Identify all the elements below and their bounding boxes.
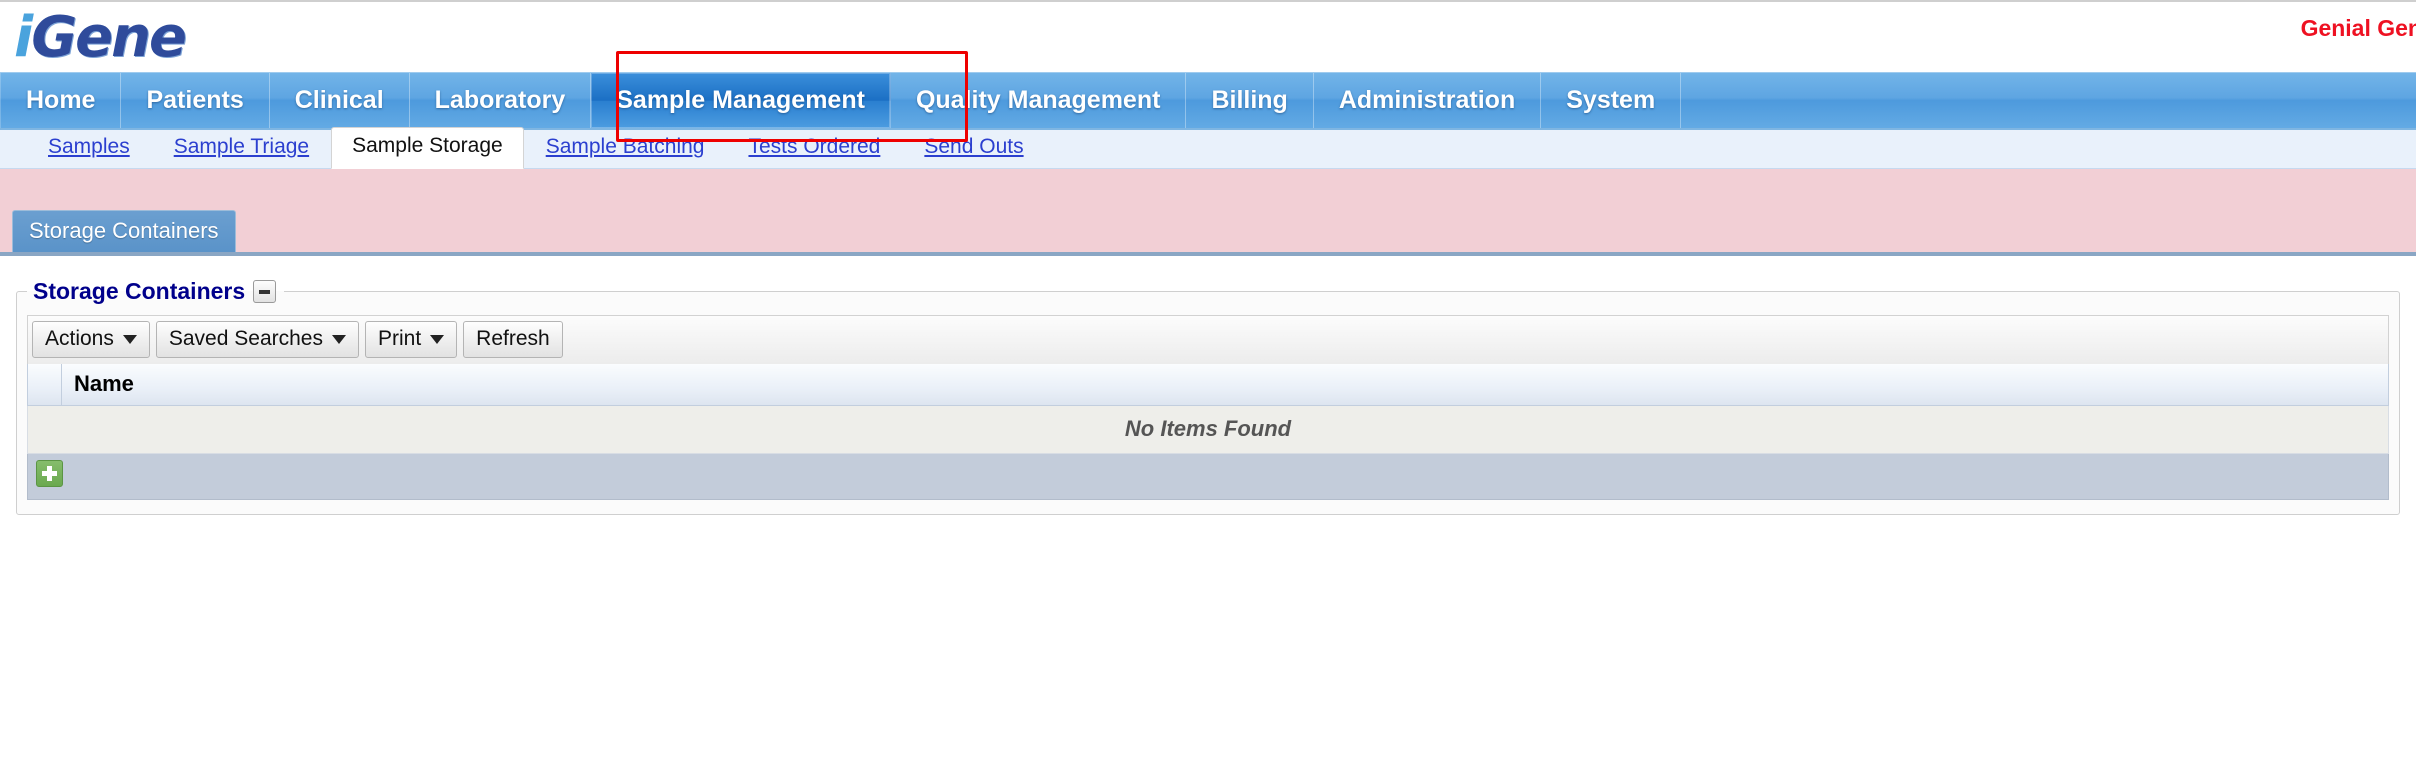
actions-button[interactable]: Actions <box>32 321 150 358</box>
nav-item-system[interactable]: System <box>1541 73 1682 128</box>
content-area: Storage Containers Actions Saved Searche… <box>0 256 2416 515</box>
grid-header-row: Name <box>27 364 2389 406</box>
igene-logo[interactable]: iGene <box>14 4 187 72</box>
panel-legend: Storage Containers <box>27 278 284 305</box>
subnav-item-sample-batching[interactable]: Sample Batching <box>524 135 727 168</box>
nav-item-sample-management[interactable]: Sample Management <box>591 73 891 128</box>
actions-button-label: Actions <box>45 327 114 350</box>
chevron-down-icon <box>430 334 445 344</box>
logo-word-gene: Gene <box>31 5 187 70</box>
minus-icon[interactable] <box>253 280 277 303</box>
nav-item-clinical[interactable]: Clinical <box>270 73 410 128</box>
application-page: iGene Genial Gen Home Patients Clinical … <box>0 0 2416 515</box>
grid-toolbar: Actions Saved Searches Print Refresh <box>27 315 2389 364</box>
grid-footer-row <box>27 453 2389 500</box>
account-name-label: Genial Gen <box>2300 15 2416 41</box>
module-banner: Storage Containers <box>0 169 2416 256</box>
header-bar: iGene Genial Gen <box>0 0 2416 72</box>
grid-select-column-header <box>27 364 62 406</box>
grid-empty-cell: No Items Found <box>27 405 2389 454</box>
no-items-found-message: No Items Found <box>1124 416 1292 441</box>
main-navigation: Home Patients Clinical Laboratory Sample… <box>0 72 2416 130</box>
nav-item-patients[interactable]: Patients <box>121 73 270 128</box>
subnav-item-sample-storage[interactable]: Sample Storage <box>331 127 524 169</box>
chevron-down-icon <box>331 334 346 344</box>
sub-navigation: Samples Sample Triage Sample Storage Sam… <box>0 127 2416 169</box>
chevron-down-icon <box>122 334 137 344</box>
nav-filler <box>1681 73 2416 128</box>
module-tab-storage-containers[interactable]: Storage Containers <box>12 210 236 252</box>
logo-letter-i: i <box>14 5 33 70</box>
refresh-button-label: Refresh <box>476 327 550 350</box>
nav-item-billing[interactable]: Billing <box>1186 73 1314 128</box>
storage-containers-panel: Storage Containers Actions Saved Searche… <box>16 278 2400 515</box>
grid-empty-row: No Items Found <box>27 405 2389 454</box>
saved-searches-button-label: Saved Searches <box>168 327 323 350</box>
subnav-item-samples[interactable]: Samples <box>26 135 152 168</box>
nav-item-laboratory[interactable]: Laboratory <box>410 73 592 128</box>
nav-item-administration[interactable]: Administration <box>1314 73 1542 128</box>
subnav-item-sample-triage[interactable]: Sample Triage <box>152 135 331 168</box>
plus-icon[interactable] <box>36 460 63 487</box>
grid-column-name: Name <box>61 364 2389 406</box>
print-button[interactable]: Print <box>364 321 458 358</box>
subnav-item-send-outs[interactable]: Send Outs <box>902 135 1045 168</box>
storage-containers-grid: Name No Items Found <box>27 364 2389 500</box>
grid-footer-cell <box>27 453 2389 500</box>
panel-title: Storage Containers <box>33 278 246 304</box>
nav-item-home[interactable]: Home <box>0 73 122 128</box>
nav-item-quality-management[interactable]: Quality Management <box>891 73 1187 128</box>
print-button-label: Print <box>377 327 422 350</box>
saved-searches-button[interactable]: Saved Searches <box>155 321 359 358</box>
refresh-button[interactable]: Refresh <box>463 321 563 358</box>
subnav-item-tests-ordered[interactable]: Tests Ordered <box>726 135 902 168</box>
